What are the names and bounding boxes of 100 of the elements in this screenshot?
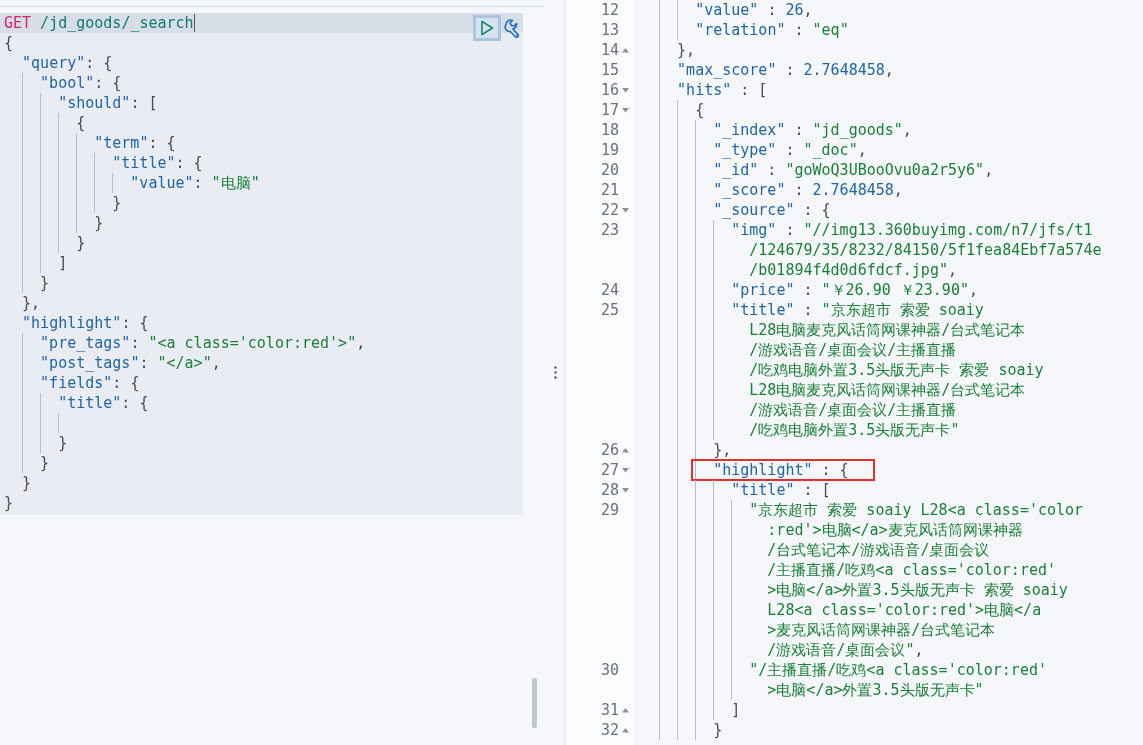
json-punctuation: } <box>112 193 122 213</box>
fold-arrow-icon[interactable] <box>621 207 629 213</box>
line-number: 28 <box>600 480 619 500</box>
json-punctuation: } <box>22 473 32 493</box>
line-number: 12 <box>600 0 619 20</box>
json-punctuation: : { <box>175 153 203 173</box>
json-string: >电脑</a>外置3.5头版无声卡 索爱 soaiy <box>767 580 1068 600</box>
json-punctuation: : <box>130 333 141 353</box>
fold-arrow-icon[interactable] <box>621 107 629 113</box>
json-punctuation: : <box>793 120 805 140</box>
json-punctuation: , <box>884 60 894 80</box>
json-punctuation: , <box>914 640 924 660</box>
json-key: "query" <box>22 53 86 73</box>
json-punctuation: : <box>802 300 814 320</box>
json-punctuation: : { <box>94 73 122 93</box>
json-punctuation: : { <box>820 460 849 480</box>
json-punctuation: : <box>793 20 805 40</box>
json-string: /台式笔记本/游戏语音/桌面会议 <box>767 540 990 560</box>
json-punctuation: } <box>713 720 723 740</box>
fold-arrow-icon[interactable] <box>621 447 629 453</box>
play-icon <box>480 20 494 36</box>
json-string: "jd_goods" <box>812 120 903 140</box>
line-number: 22 <box>600 200 619 220</box>
json-punctuation: ] <box>58 253 68 273</box>
line-number: 26 <box>600 440 619 460</box>
json-key: "title" <box>731 480 795 500</box>
json-string: /游戏语音/桌面会议" <box>767 640 915 660</box>
json-string: "京东超市 索爱 soaiy <box>821 300 984 320</box>
json-string: /吃鸡电脑外置3.5头版无声卡 索爱 soaiy <box>749 360 1044 380</box>
json-key: "price" <box>731 280 795 300</box>
scrollbar-thumb[interactable] <box>532 678 537 728</box>
json-punctuation: : { <box>112 373 140 393</box>
json-number: 2.7648458 <box>812 180 894 200</box>
json-key: "bool" <box>40 73 95 93</box>
json-key: "fields" <box>40 373 113 393</box>
json-key: "max_score" <box>677 60 777 80</box>
line-number: 24 <box>600 280 619 300</box>
json-key: "_type" <box>713 140 777 160</box>
json-punctuation: , <box>857 140 867 160</box>
json-punctuation: , <box>356 333 366 353</box>
json-punctuation: } <box>94 213 104 233</box>
fold-arrow-icon[interactable] <box>621 47 629 53</box>
line-number: 15 <box>600 60 619 80</box>
json-string: "/主播直播/吃鸡<a class='color:red' <box>749 660 1047 680</box>
json-key: "value" <box>130 173 194 193</box>
line-number: 25 <box>600 300 619 320</box>
json-key: "title" <box>112 153 176 173</box>
fold-arrow-icon[interactable] <box>621 707 629 713</box>
line-number: 31 <box>600 700 619 720</box>
json-punctuation: { <box>4 33 14 53</box>
json-key: "title" <box>731 300 795 320</box>
fold-arrow-icon[interactable] <box>621 487 629 493</box>
fold-arrow-icon[interactable] <box>621 727 629 733</box>
line-number: 13 <box>600 20 619 40</box>
json-punctuation: : <box>139 353 150 373</box>
line-number: 14 <box>600 40 619 60</box>
line-number: 17 <box>600 100 619 120</box>
json-string: >电脑</a>外置3.5头版无声卡" <box>767 680 984 700</box>
json-string: /吃鸡电脑外置3.5头版无声卡" <box>749 420 960 440</box>
json-punctuation: , <box>984 160 994 180</box>
json-string: /游戏语音/桌面会议/主播直播 <box>749 400 957 420</box>
json-key: "_id" <box>713 160 759 180</box>
line-number: 32 <box>600 720 619 740</box>
json-punctuation: } <box>40 273 50 293</box>
json-string: >麦克风话筒网课神器/台式笔记本 <box>767 620 996 640</box>
fold-arrow-icon[interactable] <box>621 467 629 473</box>
json-string: "电脑" <box>211 173 260 193</box>
json-punctuation: , <box>968 280 978 300</box>
json-string: "//img13.360buyimg.com/n7/jfs/t1 <box>803 220 1093 240</box>
json-key: "_source" <box>713 200 795 220</box>
json-punctuation: }, <box>713 440 732 460</box>
drag-handle-icon[interactable] <box>553 366 557 379</box>
json-punctuation: : { <box>121 313 149 333</box>
json-string: "</a>" <box>157 353 212 373</box>
json-punctuation: } <box>76 233 86 253</box>
json-punctuation: : <box>784 140 796 160</box>
json-punctuation: } <box>40 453 50 473</box>
json-string: "<a class='color:red'>" <box>148 333 357 353</box>
json-key: "_score" <box>713 180 786 200</box>
request-path: /jd_goods/_search <box>39 13 194 33</box>
json-punctuation: : [ <box>739 80 768 100</box>
json-string: L28电脑麦克风话筒网课神器/台式笔记本 <box>749 320 1026 340</box>
json-string: "京东超市 索爱 soaiy L28<a class='color <box>749 500 1084 520</box>
json-punctuation: : <box>784 220 796 240</box>
http-method: GET <box>4 13 32 33</box>
json-string: /主播直播/吃鸡<a class='color:red' <box>767 560 1056 580</box>
line-number: 20 <box>600 160 619 180</box>
fold-arrow-icon[interactable] <box>621 87 629 93</box>
json-key: "title" <box>58 393 122 413</box>
json-key: "value" <box>695 0 759 20</box>
run-request-button[interactable] <box>473 15 501 41</box>
json-punctuation: : <box>784 60 796 80</box>
json-string: "eq" <box>812 20 849 40</box>
json-string: :red'>电脑</a>麦克风话筒网课神器 <box>767 520 1023 540</box>
json-punctuation: }, <box>22 293 41 313</box>
json-string: "￥26.90 ￥23.90" <box>821 280 969 300</box>
json-punctuation: : { <box>121 393 149 413</box>
json-string: L28电脑麦克风话筒网课神器/台式笔记本 <box>749 380 1026 400</box>
json-punctuation: : <box>766 160 778 180</box>
json-punctuation: : [ <box>130 93 158 113</box>
